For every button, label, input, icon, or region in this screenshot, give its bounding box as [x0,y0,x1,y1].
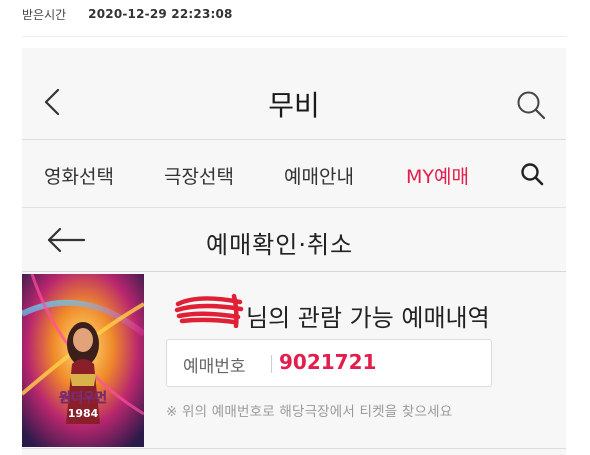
nav-item-booking-guide[interactable]: 예매안내 [284,162,354,189]
page-title: 예매확인·취소 [206,231,354,259]
notice-text: ※ 위의 예매번호로 해당극장에서 티켓을 찾으세요 [166,404,453,420]
divider [22,36,566,37]
booking-heading-text: 님의 관람 가능 예매내역 [246,304,490,332]
nav-item-theater-select[interactable]: 극장선택 [164,162,234,189]
movie-poster[interactable]: 원더우먼 1984 [22,274,144,447]
back-arrow-icon[interactable] [46,226,86,254]
reservation-number-value: 9021721 [279,350,377,374]
main-nav: 영화선택 극장선택 예매안내 MY예매 [22,140,566,208]
received-time-label: 받은시간 [22,7,67,22]
nav-item-movie-select[interactable]: 영화선택 [44,162,114,189]
reservation-number-box: 예매번호 9021721 [166,339,492,387]
search-icon[interactable] [516,90,546,120]
booking-content: 원더우먼 1984 님의 관람 가능 예매내역 예매번호 9021721 ※ 위… [22,272,566,455]
app-screenshot: 무비 영화선택 극장선택 예매안내 MY예매 예매확인·취소 원더우먼 1984… [22,48,566,455]
poster-title: 원더우먼 [59,390,107,406]
nav-item-my-booking[interactable]: MY예매 [406,162,469,189]
separator [271,355,272,373]
received-time: 받은시간 2020-12-29 22:23:08 [22,6,233,22]
page-header: 예매확인·취소 [22,208,566,272]
reservation-number-label: 예매번호 [183,357,246,377]
received-time-value: 2020-12-29 22:23:08 [88,7,233,21]
app-bar: 무비 [22,48,566,140]
booking-heading: 님의 관람 가능 예매내역 [174,293,490,333]
app-title: 무비 [268,89,320,122]
search-icon[interactable] [520,162,544,186]
divider [22,448,566,449]
poster-year: 1984 [68,407,99,420]
redaction-scribble [174,293,244,328]
